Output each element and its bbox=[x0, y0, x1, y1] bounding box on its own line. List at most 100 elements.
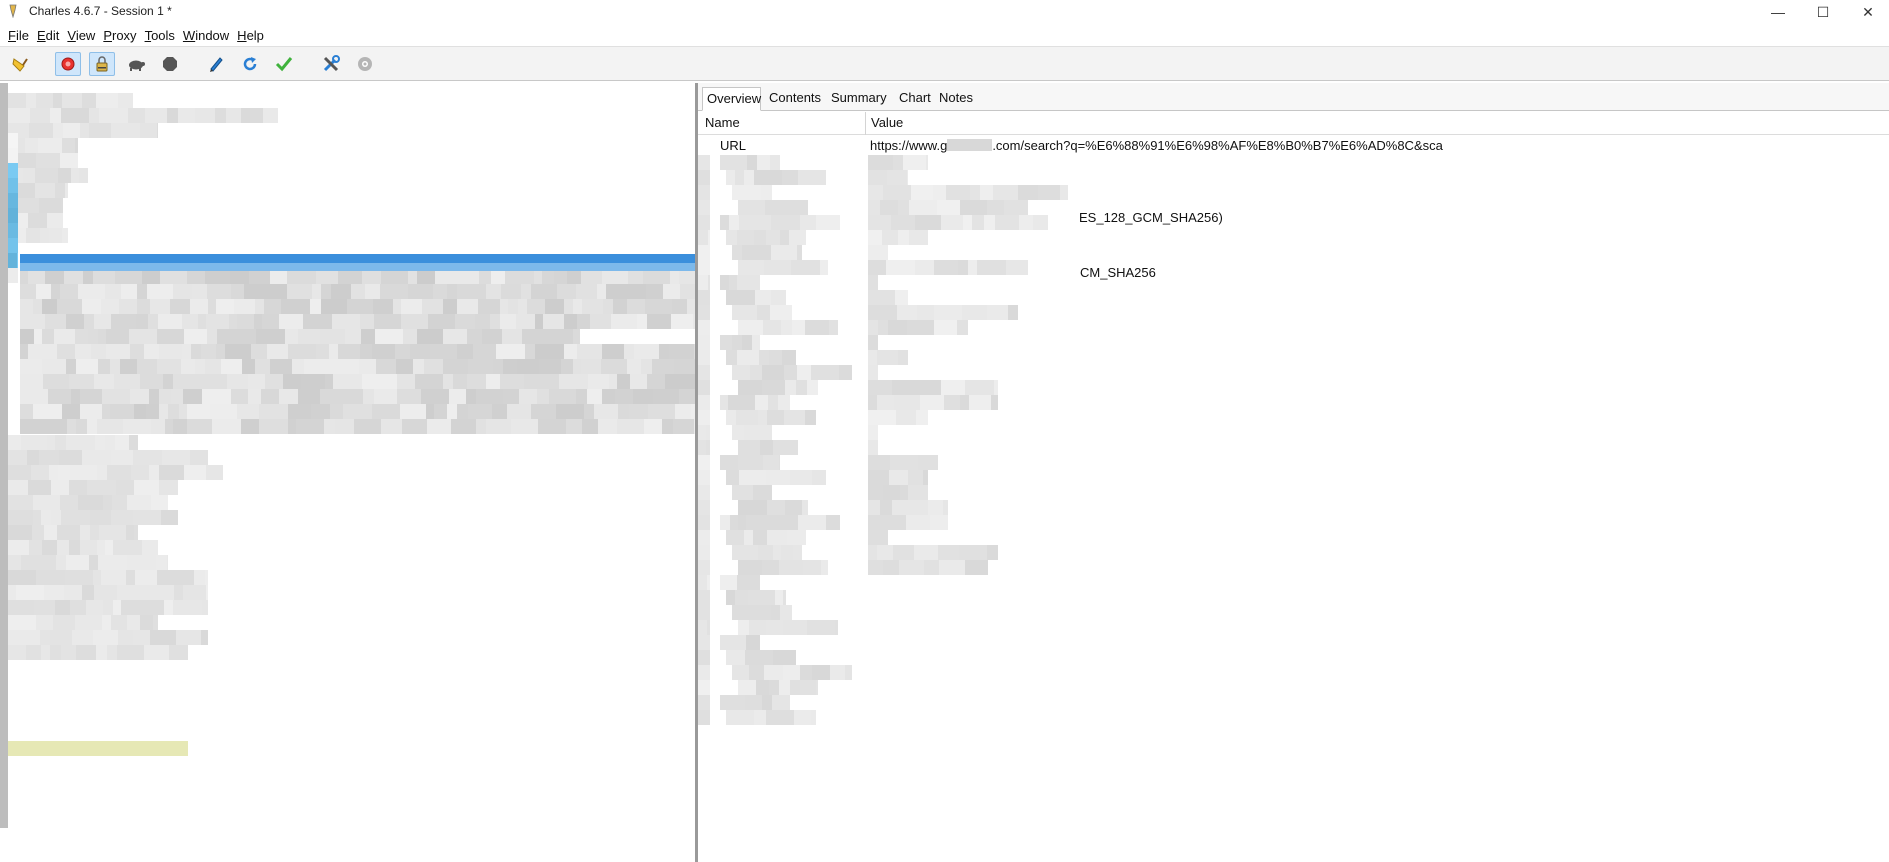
pixelated-patch bbox=[567, 269, 581, 284]
menu-edit[interactable]: Edit bbox=[33, 28, 63, 43]
pixelated-patch bbox=[102, 389, 130, 404]
pixelated-patch bbox=[910, 500, 928, 515]
pixelated-patch bbox=[403, 329, 417, 344]
pixelated-patch bbox=[111, 123, 140, 138]
pixelated-patch bbox=[490, 314, 500, 329]
pixelated-patch bbox=[720, 575, 737, 590]
menu-help[interactable]: Help bbox=[233, 28, 268, 43]
tab-summary[interactable]: Summary bbox=[827, 87, 891, 111]
tab-chart[interactable]: Chart bbox=[895, 87, 935, 111]
pixelated-patch bbox=[883, 185, 911, 200]
pixelated-patch bbox=[144, 645, 169, 660]
pixelated-patch bbox=[259, 404, 288, 419]
menu-window[interactable]: Window bbox=[179, 28, 233, 43]
pixelated-patch bbox=[707, 620, 710, 635]
ssl-proxying-button[interactable] bbox=[89, 52, 115, 76]
pixelated-patch bbox=[449, 389, 466, 404]
pixelated-patch bbox=[34, 600, 55, 615]
pixelated-patch bbox=[20, 359, 42, 374]
pixelated-patch bbox=[80, 540, 97, 555]
pixelated-patch bbox=[279, 389, 298, 404]
tools-button[interactable] bbox=[318, 52, 344, 76]
pixelated-patch bbox=[473, 344, 496, 359]
pixelated-patch bbox=[55, 600, 70, 615]
pixelated-patch bbox=[537, 374, 559, 389]
pixelated-patch bbox=[994, 380, 998, 395]
session-tree-pane[interactable] bbox=[0, 83, 697, 862]
column-value-header[interactable]: Value bbox=[871, 115, 903, 130]
menu-file[interactable]: File bbox=[4, 28, 33, 43]
pixelated-patch bbox=[359, 359, 376, 374]
pixelated-patch bbox=[65, 183, 68, 198]
pixelated-patch bbox=[329, 344, 338, 359]
row-value: https://www.g .com/search?q=%E6%88%91%E6%… bbox=[870, 138, 1443, 153]
pixelated-patch bbox=[739, 470, 766, 485]
pixelated-patch bbox=[755, 395, 768, 410]
pixelated-patch bbox=[16, 193, 18, 208]
tab-notes[interactable]: Notes bbox=[935, 87, 977, 111]
pixelated-patch bbox=[602, 344, 624, 359]
pixelated-patch bbox=[698, 155, 710, 170]
pixelated-patch bbox=[48, 389, 71, 404]
menu-tools[interactable]: Tools bbox=[141, 28, 179, 43]
pixelated-patch bbox=[778, 395, 790, 410]
pixelated-patch bbox=[212, 419, 241, 434]
pixelated-patch bbox=[229, 314, 237, 329]
pixelated-patch bbox=[49, 465, 58, 480]
pixelated-patch bbox=[698, 425, 706, 440]
pixelated-patch bbox=[17, 253, 18, 268]
pixelated-patch bbox=[647, 374, 665, 389]
column-name-header[interactable]: Name bbox=[705, 115, 740, 130]
repeat-button[interactable] bbox=[237, 52, 263, 76]
table-row-cipher-name[interactable]: CM_SHA256 bbox=[698, 264, 1889, 282]
pixelated-patch bbox=[609, 374, 617, 389]
pixelated-patch bbox=[720, 455, 738, 470]
pixelated-patch bbox=[941, 380, 965, 395]
table-row-url[interactable]: URL https://www.g .com/search?q=%E6%88%91… bbox=[698, 137, 1889, 155]
pixelated-patch bbox=[178, 108, 195, 123]
throttle-button[interactable] bbox=[123, 52, 149, 76]
menu-proxy[interactable]: Proxy bbox=[99, 28, 140, 43]
pixelated-patch bbox=[8, 600, 34, 615]
pixelated-patch bbox=[128, 108, 145, 123]
clear-session-button[interactable] bbox=[7, 52, 33, 76]
table-row-cipher[interactable]: ES_128_GCM_SHA256) bbox=[698, 209, 1889, 227]
column-divider[interactable] bbox=[865, 112, 866, 135]
pixelated-patch bbox=[457, 284, 486, 299]
pixelated-patch bbox=[726, 170, 735, 185]
tab-overview[interactable]: Overview bbox=[702, 87, 761, 111]
breakpoints-button[interactable] bbox=[157, 52, 183, 76]
pixelated-patch bbox=[76, 419, 87, 434]
minimize-button[interactable]: — bbox=[1755, 0, 1801, 24]
pixelated-patch bbox=[939, 560, 965, 575]
maximize-button[interactable]: ☐ bbox=[1800, 0, 1846, 24]
compose-button[interactable] bbox=[203, 52, 229, 76]
pixelated-patch bbox=[90, 510, 111, 525]
pixelated-patch bbox=[622, 284, 646, 299]
pixelated-patch bbox=[868, 320, 878, 335]
pixelated-patch bbox=[698, 335, 710, 350]
row-name: URL bbox=[720, 138, 747, 153]
pixelated-patch bbox=[106, 329, 129, 344]
pixelated-patch bbox=[897, 305, 917, 320]
pixelated-patch bbox=[338, 269, 362, 284]
record-button[interactable] bbox=[55, 52, 81, 76]
pixelated-patch bbox=[250, 108, 263, 123]
validate-button[interactable] bbox=[271, 52, 297, 76]
tab-contents[interactable]: Contents bbox=[765, 87, 825, 111]
pixelated-patch bbox=[174, 585, 183, 600]
settings-button[interactable] bbox=[352, 52, 378, 76]
pixelated-patch bbox=[698, 605, 710, 620]
pixelated-patch bbox=[771, 245, 797, 260]
menu-bar: File Edit View Proxy Tools Window Help bbox=[0, 24, 1889, 46]
pixelated-patch bbox=[747, 155, 757, 170]
close-button[interactable]: ✕ bbox=[1845, 0, 1889, 24]
pixelated-patch bbox=[38, 138, 62, 153]
menu-view[interactable]: View bbox=[63, 28, 99, 43]
pixelated-patch bbox=[868, 245, 888, 260]
pixelated-patch bbox=[78, 495, 103, 510]
pixelated-patch bbox=[770, 305, 792, 320]
pixelated-patch bbox=[304, 359, 333, 374]
pixelated-patch bbox=[33, 510, 41, 525]
pixelated-patch bbox=[796, 380, 807, 395]
